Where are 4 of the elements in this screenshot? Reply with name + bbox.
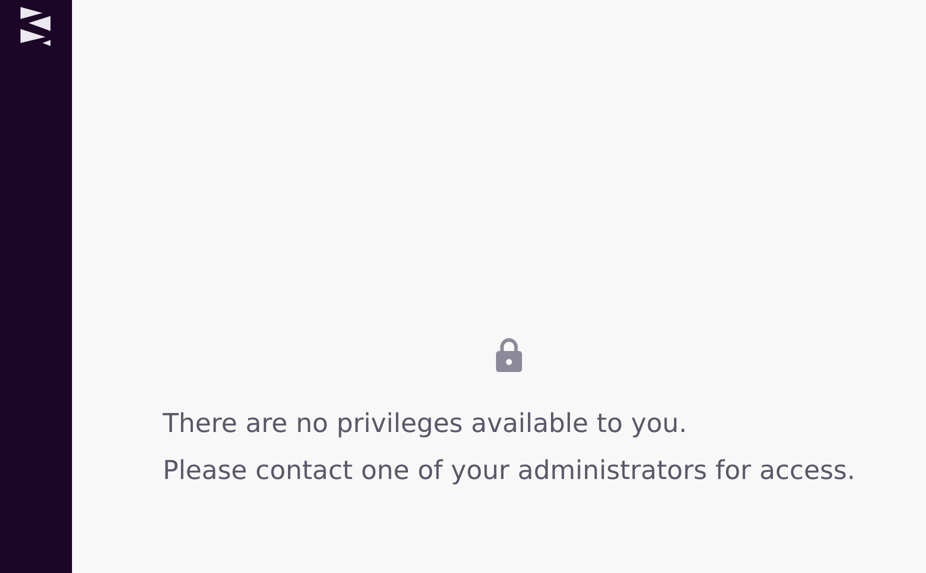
- message-text: There are no privileges available to you.: [162, 408, 688, 441]
- message-text: Please contact one of your administrators for access.: [162, 455, 856, 488]
- lock-icon: [495, 338, 523, 373]
- logo-icon[interactable]: [20, 6, 52, 47]
